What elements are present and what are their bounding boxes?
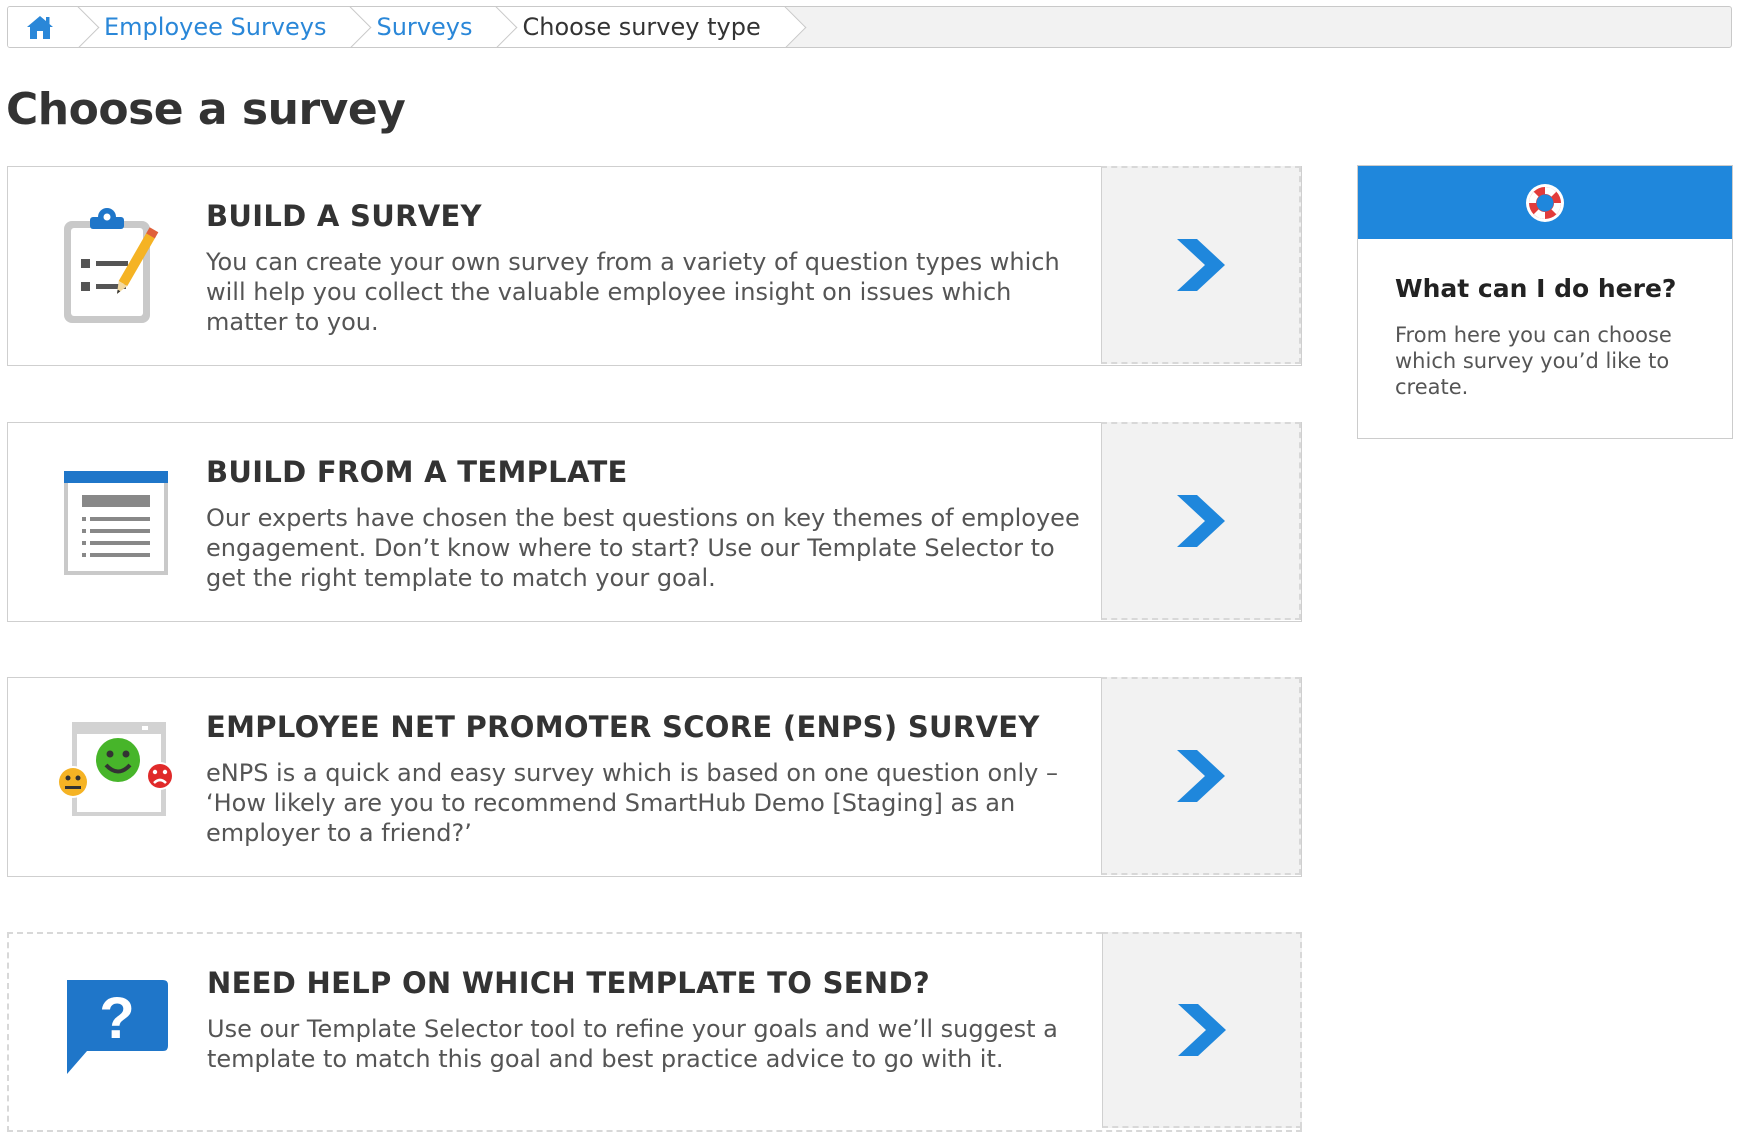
card-content: ? NEED HELP ON WHICH TEMPLATE TO SEND? U…: [9, 934, 1102, 1130]
page-title: Choose a survey: [6, 84, 406, 135]
breadcrumb-current: Choose survey type: [498, 7, 787, 47]
enps-survey-card[interactable]: EMPLOYEE NET PROMOTER SCORE (ENPS) SURVE…: [7, 677, 1302, 877]
card-title: BUILD A SURVEY: [206, 199, 482, 233]
card-content: EMPLOYEE NET PROMOTER SCORE (ENPS) SURVE…: [8, 678, 1101, 876]
breadcrumb-home[interactable]: [8, 7, 80, 47]
breadcrumb-label: Surveys: [376, 13, 473, 41]
lifebuoy-icon: [1526, 183, 1564, 222]
breadcrumb-label: Employee Surveys: [104, 13, 327, 41]
smiley-faces-icon: [57, 722, 174, 816]
help-panel: What can I do here? From here you can ch…: [1357, 165, 1733, 439]
help-text: From here you can choose which survey yo…: [1395, 323, 1672, 399]
card-description: You can create your own survey from a va…: [206, 248, 1060, 336]
help-panel-header: [1358, 166, 1732, 239]
chevron-right-icon: [1177, 1004, 1226, 1056]
build-from-template-card[interactable]: BUILD FROM A TEMPLATE Our experts have c…: [7, 422, 1302, 622]
card-content: BUILD FROM A TEMPLATE Our experts have c…: [8, 423, 1101, 621]
card-description: Our experts have chosen the best questio…: [206, 504, 1080, 592]
breadcrumb-surveys[interactable]: Surveys: [352, 7, 499, 47]
clipboard-icon: [64, 208, 159, 323]
card-title: BUILD FROM A TEMPLATE: [206, 455, 628, 489]
build-survey-arrow-button[interactable]: [1101, 166, 1301, 364]
card-content: BUILD A SURVEY You can create your own s…: [8, 167, 1101, 365]
card-description: eNPS is a quick and easy survey which is…: [206, 759, 1058, 847]
breadcrumb-employee-surveys[interactable]: Employee Surveys: [80, 7, 353, 47]
card-description: Use our Template Selector tool to refine…: [207, 1015, 1058, 1073]
chevron-right-icon: [1176, 495, 1225, 547]
card-title: NEED HELP ON WHICH TEMPLATE TO SEND?: [207, 966, 930, 1000]
svg-text:?: ?: [99, 986, 134, 1051]
build-from-template-arrow-button[interactable]: [1101, 422, 1301, 620]
build-survey-card[interactable]: BUILD A SURVEY You can create your own s…: [7, 166, 1302, 366]
question-bubble-icon: ?: [67, 980, 168, 1074]
template-document-icon: [64, 471, 168, 575]
card-title: EMPLOYEE NET PROMOTER SCORE (ENPS) SURVE…: [206, 710, 1040, 744]
chevron-right-icon: [1176, 750, 1225, 802]
home-icon: [27, 16, 53, 39]
help-title: What can I do here?: [1395, 274, 1677, 303]
breadcrumb: Employee Surveys Surveys Choose survey t…: [7, 6, 1732, 48]
need-help-template-card[interactable]: ? NEED HELP ON WHICH TEMPLATE TO SEND? U…: [7, 932, 1302, 1132]
enps-survey-arrow-button[interactable]: [1101, 677, 1301, 875]
need-help-arrow-button[interactable]: [1102, 932, 1302, 1128]
breadcrumb-label: Choose survey type: [522, 13, 761, 41]
chevron-right-icon: [1176, 239, 1225, 291]
